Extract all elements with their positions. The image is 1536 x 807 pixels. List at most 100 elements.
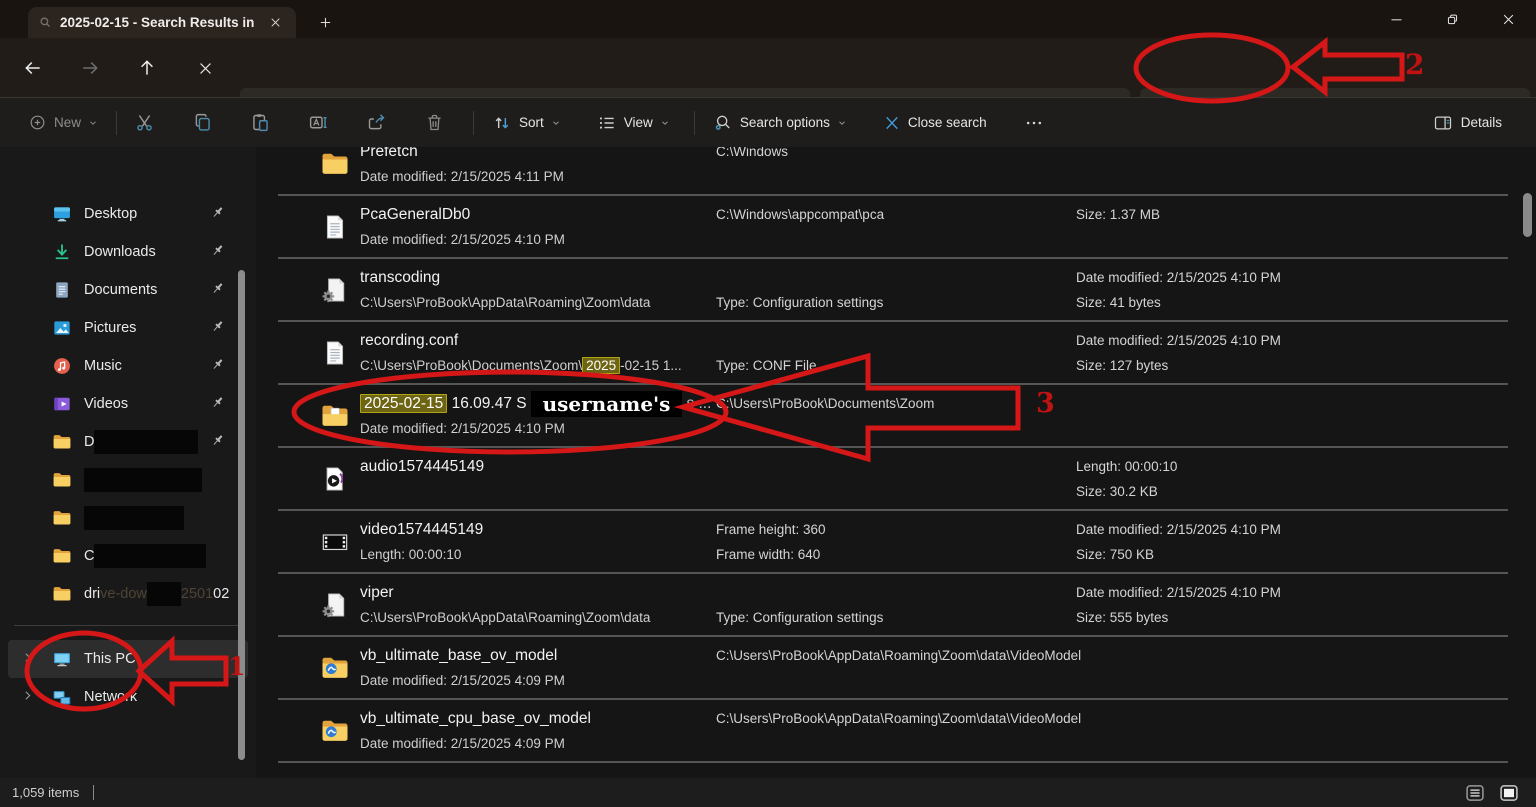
cut-icon[interactable] <box>125 105 163 141</box>
list-scrollbar[interactable] <box>1523 193 1532 237</box>
file-row[interactable]: vb_ultimate_base_ov_modelDate modified: … <box>256 637 1536 700</box>
file-row[interactable]: PrefetchDate modified: 2/15/2025 4:11 PM… <box>256 147 1536 196</box>
search-options-button[interactable]: Search options <box>703 105 857 141</box>
redaction-box <box>147 582 181 606</box>
sidebar-folder-label: D <box>84 430 198 454</box>
sidebar-folder-item[interactable] <box>8 461 248 499</box>
sidebar-item-music[interactable]: Music <box>8 347 248 385</box>
folder-icon <box>52 584 72 604</box>
sidebar-item-desktop[interactable]: Desktop <box>8 195 248 233</box>
sidebar-item-videos[interactable]: Videos <box>8 385 248 423</box>
file-row[interactable]: audio1574445149Length: 00:00:10Size: 30.… <box>256 448 1536 511</box>
thispc-icon <box>52 649 72 669</box>
folder-label-fragment: C <box>84 548 94 564</box>
close-window-icon[interactable] <box>1480 0 1536 38</box>
pin-icon <box>208 280 226 297</box>
sidebar-separator <box>14 625 242 626</box>
file-name: viper <box>360 584 716 602</box>
file-list: PrefetchDate modified: 2/15/2025 4:11 PM… <box>256 147 1536 778</box>
close-search-button[interactable]: Close search <box>873 105 997 141</box>
sidebar-item-this-pc[interactable]: This PC <box>8 640 248 678</box>
file-row[interactable]: transcodingC:\Users\ProBook\AppData\Roam… <box>256 259 1536 322</box>
file-name: recording.conf <box>360 332 716 350</box>
modelfolder-file-icon <box>318 716 352 746</box>
network-icon <box>52 687 72 707</box>
sidebar-scrollbar[interactable] <box>238 270 245 760</box>
view-button[interactable]: View <box>587 105 680 141</box>
file-meta: Size: 750 KB <box>1076 547 1536 562</box>
sidebar-folder-item[interactable] <box>8 499 248 537</box>
forward-icon[interactable] <box>73 51 107 85</box>
file-subline: C:\Users\ProBook\AppData\Roaming\Zoom\da… <box>360 295 716 310</box>
file-meta: Size: 127 bytes <box>1076 358 1536 373</box>
sidebar-folder-item[interactable]: C <box>8 537 248 575</box>
more-options-icon[interactable] <box>1015 105 1053 141</box>
sidebar-item-network[interactable]: Network <box>8 678 248 716</box>
rename-icon[interactable] <box>299 105 337 141</box>
folder-label-fragment: D <box>84 434 94 450</box>
details-label: Details <box>1461 115 1502 130</box>
videos-icon <box>52 394 72 414</box>
sidebar-folder-item[interactable]: drive-dow250102 <box>8 575 248 613</box>
folder-icon <box>52 432 72 452</box>
sidebar-item-pictures[interactable]: Pictures <box>8 309 248 347</box>
restore-icon[interactable] <box>1424 0 1480 38</box>
close-search-icon <box>883 114 901 132</box>
file-path: C:\Windows <box>716 147 1076 159</box>
pin-icon <box>208 394 226 411</box>
file-row[interactable]: viper C:\Users\ProBook\AppData\Roaming\Zo… <box>256 574 1536 637</box>
downloads-icon <box>52 242 72 262</box>
file-name-fragment: s ... <box>686 395 711 412</box>
minimize-icon[interactable] <box>1368 0 1424 38</box>
sidebar-item-documents[interactable]: Documents <box>8 271 248 309</box>
sidebar-folder-item[interactable]: D <box>8 423 248 461</box>
chevron-down-icon <box>551 118 561 128</box>
delete-icon[interactable] <box>415 105 453 141</box>
file-row[interactable]: vb_ultimate_cpu_base_ov_modelDate modifi… <box>256 700 1536 763</box>
config-file-icon <box>318 275 352 305</box>
file-meta: Size: 1.37 MB <box>1076 207 1536 222</box>
paste-icon[interactable] <box>241 105 279 141</box>
sidebar-item-label: Music <box>84 358 122 374</box>
sidebar-item-label: Videos <box>84 396 128 412</box>
share-icon[interactable] <box>357 105 395 141</box>
details-pane-button[interactable]: Details <box>1423 105 1512 141</box>
thumbnail-view-icon[interactable] <box>1496 781 1522 805</box>
folder-label-fragment: dri <box>84 586 100 602</box>
file-subline: Date modified: 2/15/2025 4:10 PM <box>360 421 716 436</box>
chevron-right-icon[interactable] <box>20 651 34 664</box>
file-row[interactable]: video1574445149Length: 00:00:10Frame hei… <box>256 511 1536 574</box>
chevron-right-icon[interactable] <box>20 689 34 702</box>
tab-search-icon <box>38 16 52 29</box>
new-tab-button[interactable] <box>312 9 338 35</box>
view-icon <box>597 113 617 133</box>
video-file-icon <box>318 528 352 556</box>
copy-icon[interactable] <box>183 105 221 141</box>
stop-refresh-icon[interactable] <box>188 51 222 85</box>
file-row[interactable]: 2025-02-15 16.09.47 Susername'ss ...Date… <box>256 385 1536 448</box>
new-label: New <box>54 115 81 130</box>
details-view-icon[interactable] <box>1462 781 1488 805</box>
file-row[interactable]: recording.confC:\Users\ProBook\Documents… <box>256 322 1536 385</box>
sidebar-item-label: Network <box>84 689 137 705</box>
tab-close-icon[interactable] <box>264 12 286 34</box>
up-icon[interactable] <box>130 51 164 85</box>
sidebar-folder-label <box>84 506 184 530</box>
explorer-tab[interactable]: 2025-02-15 - Search Results in <box>28 7 296 38</box>
new-plus-icon <box>28 113 47 132</box>
file-path: C:\Users\ProBook\Documents\Zoom <box>716 396 1076 411</box>
file-subline: Length: 00:00:10 <box>360 547 716 562</box>
file-path: C:\Users\ProBook\AppData\Roaming\Zoom\da… <box>716 711 1076 726</box>
file-subline: C:\Users\ProBook\AppData\Roaming\Zoom\da… <box>360 610 716 625</box>
file-row[interactable]: PcaGeneralDb0Date modified: 2/15/2025 4:… <box>256 196 1536 259</box>
view-label: View <box>624 115 653 130</box>
new-button[interactable]: New <box>18 105 108 141</box>
sidebar-folder-label: drive-dow250102 <box>84 582 229 606</box>
sort-button[interactable]: Sort <box>482 105 571 141</box>
file-name: video1574445149 <box>360 521 716 539</box>
chevron-down-icon <box>88 118 98 128</box>
pictures-icon <box>52 318 72 338</box>
back-icon[interactable] <box>16 51 50 85</box>
sidebar-item-downloads[interactable]: Downloads <box>8 233 248 271</box>
file-type: Frame width: 640 <box>716 547 1076 562</box>
